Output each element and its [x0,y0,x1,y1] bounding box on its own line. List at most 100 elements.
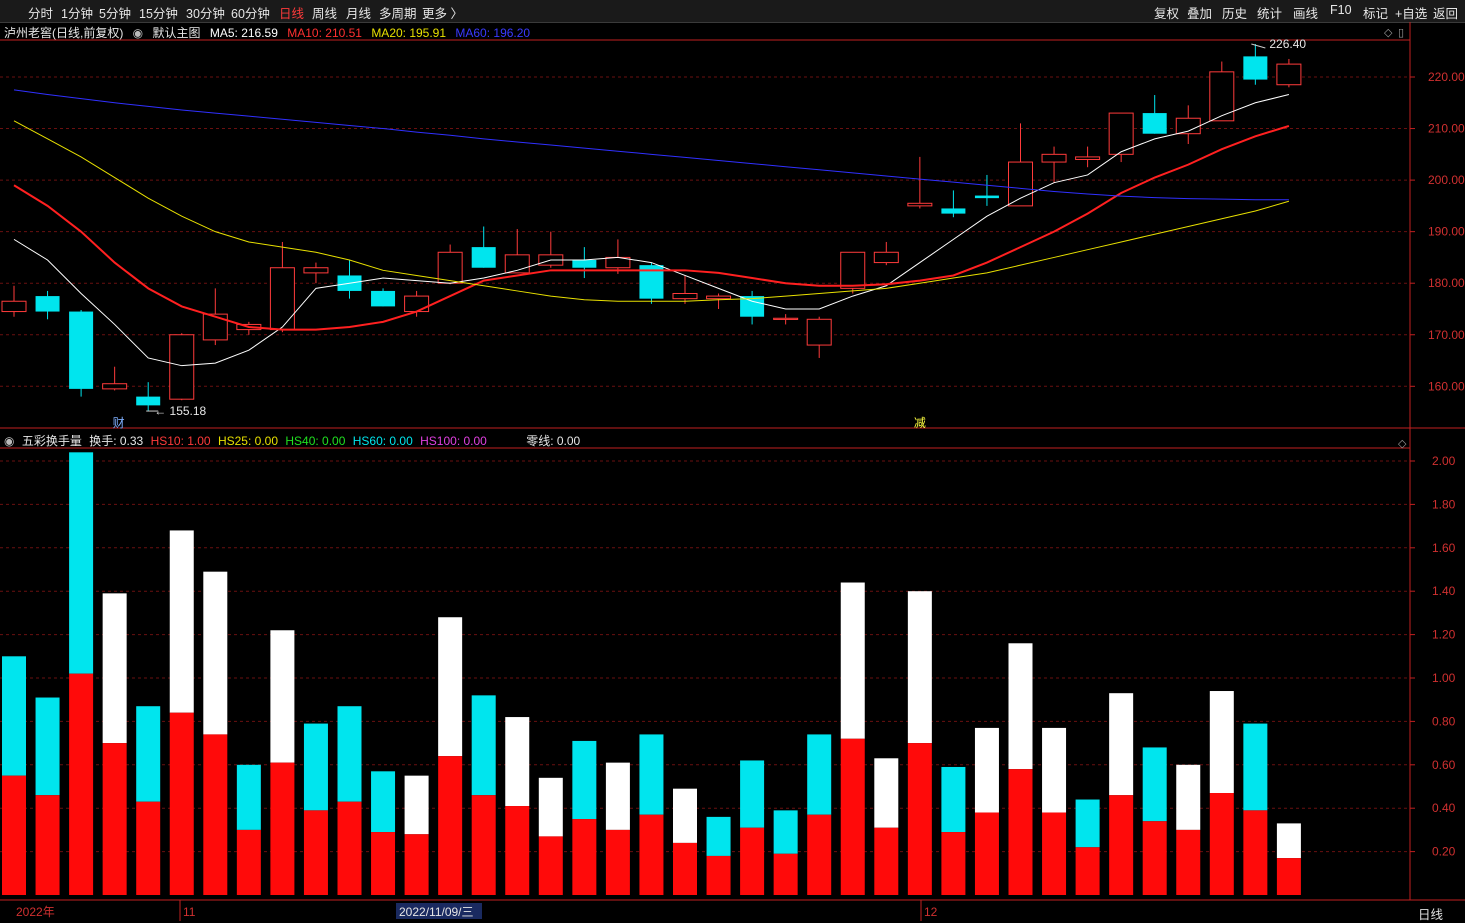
turnover-bar-base[interactable] [1109,795,1134,895]
turnover-bar-top[interactable] [773,810,798,854]
turnover-bar-top[interactable] [740,760,765,828]
turnover-bar-top[interactable] [874,758,899,828]
turnover-bar-base[interactable] [337,801,362,895]
candle-body[interactable] [102,383,128,390]
turnover-bar-base[interactable] [673,842,697,895]
turnover-bar-top[interactable] [337,706,362,802]
candle-body[interactable] [1008,161,1033,207]
turnover-bar-top[interactable] [840,582,865,739]
candle-body[interactable] [437,251,463,284]
turnover-bar-top[interactable] [639,734,664,815]
turnover-bar-top[interactable] [1109,693,1134,796]
candle-body[interactable] [169,334,195,400]
candle-body[interactable] [941,208,966,214]
candle-body[interactable] [404,295,430,313]
turnover-bar-base[interactable] [203,734,228,895]
turnover-bar-top[interactable] [102,593,127,744]
turnover-bar-top[interactable] [1042,727,1067,813]
turnover-bar-base[interactable] [1008,769,1033,895]
candle-body[interactable] [706,295,732,300]
turnover-bar-top[interactable] [1176,764,1201,830]
turnover-bar-base[interactable] [35,795,60,895]
turnover-bar-top[interactable] [2,656,26,776]
turnover-bar-base[interactable] [1176,829,1201,895]
period-indicator[interactable]: 日线 [1418,904,1443,923]
turnover-bar-base[interactable] [303,810,328,895]
turnover-bar-top[interactable] [169,530,194,713]
turnover-bar-top[interactable] [1075,799,1100,848]
candle-body[interactable] [371,290,396,307]
turnover-bar-top[interactable] [673,788,697,843]
candle-body[interactable] [840,251,866,289]
turnover-bar-top[interactable] [907,591,932,744]
candle-body[interactable] [907,202,933,207]
candle-body[interactable] [202,313,228,341]
turnover-bar-base[interactable] [404,834,429,895]
turnover-bar-base[interactable] [639,814,664,895]
turnover-bar-top[interactable] [974,727,999,813]
turnover-bar-base[interactable] [773,853,798,895]
turnover-bar-top[interactable] [471,695,496,796]
turnover-bar-top[interactable] [706,816,731,856]
turnover-bar-base[interactable] [505,806,530,895]
turnover-bar-base[interactable] [907,743,932,895]
turnover-bar-top[interactable] [303,723,328,811]
turnover-bar-top[interactable] [1142,747,1167,822]
turnover-bar-base[interactable] [136,801,161,895]
turnover-bar-top[interactable] [236,764,261,830]
candle-body[interactable] [1276,63,1302,86]
candle-body[interactable] [35,296,60,312]
candle-body[interactable] [1243,56,1268,80]
turnover-bar-base[interactable] [1276,858,1301,895]
turnover-bar-base[interactable] [438,756,463,895]
candle-body[interactable] [269,267,295,331]
turnover-bar-top[interactable] [1008,643,1033,770]
turnover-bar-base[interactable] [807,814,832,895]
turnover-bar-base[interactable] [236,829,261,895]
turnover-bar-top[interactable] [572,740,597,820]
turnover-bar-top[interactable] [35,697,60,796]
turnover-bar-top[interactable] [1243,723,1268,811]
turnover-bar-base[interactable] [1243,810,1268,895]
candle-body[interactable] [873,251,899,264]
turnover-bar-top[interactable] [807,734,832,815]
turnover-bar-base[interactable] [740,827,765,895]
turnover-bar-top[interactable] [1209,691,1234,794]
turnover-bar-base[interactable] [605,829,630,895]
turnover-bar-base[interactable] [706,855,731,895]
turnover-bar-base[interactable] [941,832,966,895]
turnover-bar-base[interactable] [874,827,899,895]
turnover-bar-top[interactable] [270,630,295,763]
turnover-bar-top[interactable] [941,766,966,833]
turnover-bar-base[interactable] [538,836,563,895]
turnover-bar-top[interactable] [538,777,563,837]
turnover-bar-base[interactable] [1042,812,1067,895]
stock-chart[interactable]: 160.00 170.00 180.00 190.00 200.00 210.00 220.… [0,0,1465,921]
turnover-bar-top[interactable] [438,617,463,757]
turnover-bar-base[interactable] [974,812,999,895]
turnover-bar-top[interactable] [371,771,396,833]
turnover-bar-base[interactable] [102,743,127,895]
turnover-bar-top[interactable] [404,775,429,835]
turnover-bar-base[interactable] [69,673,94,895]
turnover-bar-base[interactable] [1209,793,1234,895]
candle-body[interactable] [806,318,832,346]
turnover-bar-base[interactable] [371,832,396,895]
turnover-bar-base[interactable] [169,712,194,895]
turnover-bar-base[interactable] [572,819,597,895]
candle-body[interactable] [1142,113,1167,134]
candle-body[interactable] [69,311,94,389]
turnover-bar-top[interactable] [136,706,161,802]
turnover-bar-top[interactable] [605,762,630,830]
turnover-bar-base[interactable] [1142,821,1167,895]
candle-body[interactable] [303,267,329,274]
turnover-bar-base[interactable] [471,795,496,895]
turnover-bar-top[interactable] [1276,823,1301,859]
turnover-bar-base[interactable] [1075,847,1100,895]
candle-body[interactable] [773,317,799,320]
candle-body[interactable] [1,300,27,313]
turnover-bar-top[interactable] [203,571,228,735]
candle-body[interactable] [1209,71,1235,122]
candle-body[interactable] [471,247,496,268]
candle-body[interactable] [672,293,698,300]
